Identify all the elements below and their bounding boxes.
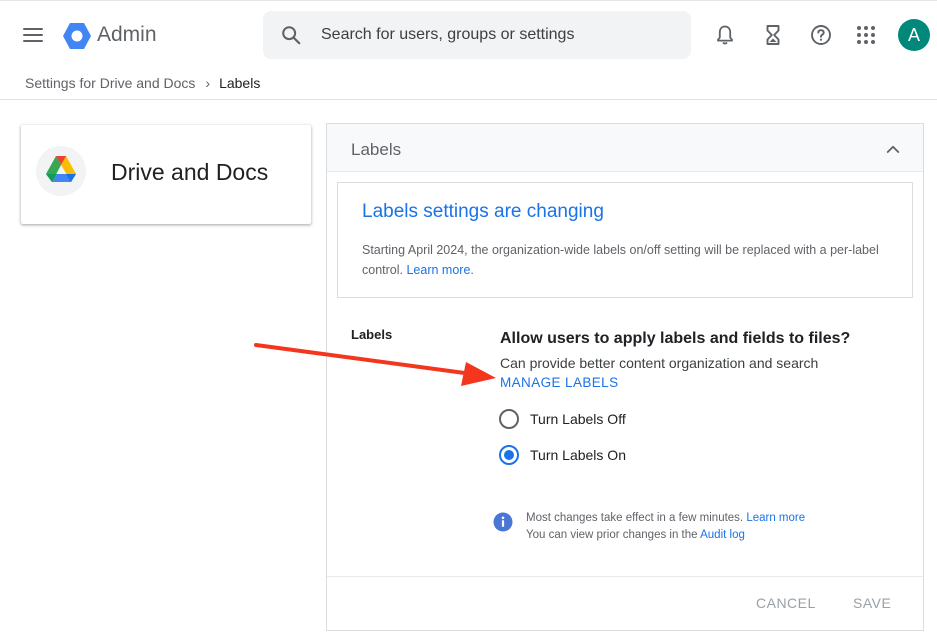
bell-icon[interactable] xyxy=(713,23,737,47)
radio-turn-labels-on[interactable]: Turn Labels On xyxy=(499,444,626,466)
notice-period: . xyxy=(470,263,474,277)
info-text: Most changes take effect in a few minute… xyxy=(526,510,805,544)
hourglass-icon[interactable] xyxy=(761,23,785,47)
audit-log-link[interactable]: Audit log xyxy=(700,529,745,541)
info-line-1: Most changes take effect in a few minute… xyxy=(526,510,805,527)
info-line-2: You can view prior changes in the Audit … xyxy=(526,527,805,544)
search-input[interactable]: Search for users, groups or settings xyxy=(321,25,574,45)
notice-card: Labels settings are changing Starting Ap… xyxy=(337,182,913,298)
notice-body: Starting April 2024, the organization-wi… xyxy=(362,240,892,280)
footer-divider xyxy=(327,576,923,577)
setting-question: Allow users to apply labels and fields t… xyxy=(500,330,851,347)
admin-logo-icon[interactable] xyxy=(62,22,92,50)
search-bar[interactable]: Search for users, groups or settings xyxy=(263,11,691,59)
manage-labels-link[interactable]: MANAGE LABELS xyxy=(500,374,619,392)
radio-button-off[interactable] xyxy=(499,409,519,429)
app-name[interactable]: Admin xyxy=(97,21,157,49)
breadcrumb-current: Labels xyxy=(219,75,261,91)
panel-header[interactable]: Labels xyxy=(327,124,923,172)
panel-title: Labels xyxy=(351,140,402,159)
radio-button-on[interactable] xyxy=(499,445,519,465)
breadcrumb: Settings for Drive and Docs › Labels xyxy=(25,74,260,92)
annotation-arrow xyxy=(254,343,496,386)
radio-label-off[interactable]: Turn Labels Off xyxy=(530,410,626,428)
info-line-1-text: Most changes take effect in a few minute… xyxy=(526,512,744,524)
header-divider xyxy=(0,99,937,100)
setting-description: Can provide better content organization … xyxy=(500,355,819,371)
notice-title: Labels settings are changing xyxy=(362,201,604,222)
save-button[interactable]: SAVE xyxy=(853,594,891,612)
help-icon[interactable] xyxy=(809,23,833,47)
avatar[interactable]: A xyxy=(898,19,930,51)
app-card: Drive and Docs xyxy=(21,125,311,224)
cancel-button[interactable]: CANCEL xyxy=(756,594,816,612)
info-line-2-text: You can view prior changes in the xyxy=(526,529,698,541)
apps-grid-icon[interactable] xyxy=(854,23,878,47)
top-app-bar: Admin Search for users, groups or settin… xyxy=(0,0,937,68)
drive-logo-icon xyxy=(36,146,86,196)
notice-learn-more-link[interactable]: Learn more xyxy=(406,263,470,277)
chevron-up-icon[interactable] xyxy=(884,140,902,158)
breadcrumb-separator: › xyxy=(205,75,211,91)
radio-label-on[interactable]: Turn Labels On xyxy=(530,446,626,464)
radio-turn-labels-off[interactable]: Turn Labels Off xyxy=(499,408,626,430)
search-icon[interactable] xyxy=(280,24,302,46)
info-icon xyxy=(493,512,513,532)
info-learn-more-link[interactable]: Learn more xyxy=(746,512,805,524)
app-title: Drive and Docs xyxy=(111,159,269,185)
breadcrumb-parent-link[interactable]: Settings for Drive and Docs xyxy=(25,74,195,92)
menu-icon[interactable] xyxy=(19,21,47,49)
